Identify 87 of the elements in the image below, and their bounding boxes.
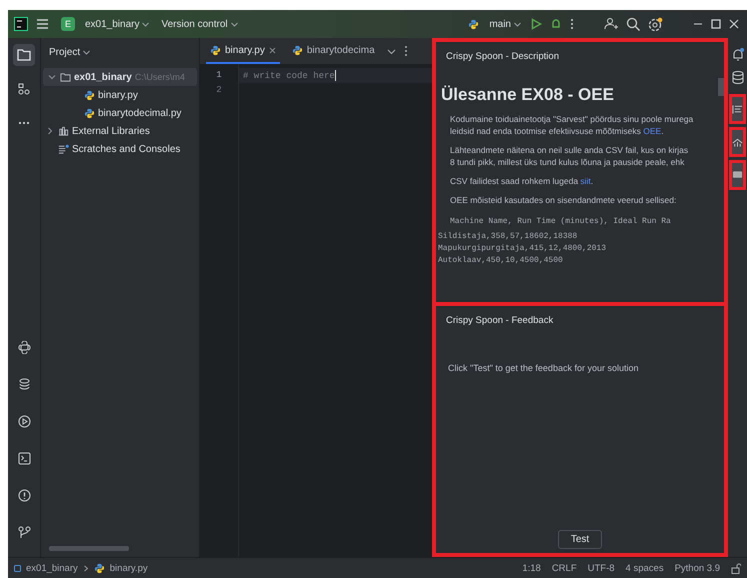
folder-icon	[60, 72, 71, 82]
tree-item[interactable]: External Libraries	[41, 122, 199, 140]
tree-item[interactable]: binarytodecimal.py	[41, 104, 199, 122]
scrollbar[interactable]	[718, 78, 724, 96]
tree-item[interactable]: Scratches and Consoles	[41, 140, 199, 158]
code-text: Autoklaav,450,10,4500,4500	[438, 255, 564, 267]
module-icon	[14, 564, 21, 572]
description-text: 8 tundi pikk, millest üks tund kulus lõuna ja pauside peale, ehk	[450, 156, 686, 168]
tree-item[interactable]: binary.py	[41, 86, 199, 104]
project-dropdown[interactable]: ex01_binary	[83, 18, 152, 30]
menu-icon[interactable]	[36, 18, 49, 30]
project-badge: E	[61, 17, 75, 31]
breadcrumb[interactable]: binary.py	[110, 562, 148, 574]
close-icon[interactable]	[729, 19, 739, 29]
description-text: OEE mõisteid kasutades on sisendandmete veerud sellised:	[450, 194, 678, 206]
branch-dropdown[interactable]: main	[487, 18, 523, 30]
description-text: Lähteandmete näitena on neil sulle anda CSV fail, kus on kirjas	[450, 144, 690, 156]
chart-tool-button[interactable]	[729, 127, 746, 157]
more-vertical-icon[interactable]	[404, 45, 408, 57]
code-text: Mapukurgipurgitaja,415,12,4800,2013	[438, 243, 608, 255]
chart-icon	[732, 136, 743, 148]
description-text: CSV failidest saad rohkem lugeda siit.	[450, 175, 594, 187]
message-icon	[732, 170, 743, 180]
status-item[interactable]: 1:18	[522, 562, 541, 574]
folder-icon	[17, 49, 31, 61]
tree-label: External Libraries	[72, 126, 150, 136]
feedback-tool-button[interactable]	[729, 160, 746, 190]
tree-label: ex01_binary	[74, 72, 132, 82]
app-logo-icon[interactable]	[14, 17, 28, 31]
python-icon	[292, 44, 303, 56]
scrollbar[interactable]	[49, 546, 129, 551]
description-tool-button[interactable]	[729, 94, 746, 124]
description-text: Kodumaine toiduainetootja "Sarvest" pöördus sinu poole murega	[450, 113, 694, 125]
chevron-right-icon[interactable]	[45, 127, 55, 135]
breadcrumb[interactable]: ex01_binary	[26, 562, 78, 574]
lock-icon[interactable]	[731, 562, 741, 574]
tree-item[interactable]: ex01_binary C:\Users\m4	[43, 68, 197, 86]
add-user-icon[interactable]	[604, 17, 618, 31]
python-icon	[210, 44, 221, 56]
line-number: 1	[215, 69, 223, 82]
bell-icon[interactable]	[732, 48, 744, 61]
task-heading: Ülesanne EX08 - OEE	[441, 85, 615, 105]
maximize-icon[interactable]	[711, 19, 721, 29]
python-icon	[94, 562, 105, 574]
status-item[interactable]: CRLF	[552, 562, 577, 574]
run-icon[interactable]	[531, 18, 542, 30]
test-button[interactable]: Test	[558, 530, 602, 549]
panel-title: Crispy Spoon - Description	[445, 50, 560, 64]
tree-label: binarytodecimal.py	[98, 108, 182, 118]
line-number: 2	[215, 84, 223, 97]
panel-title: Crispy Spoon - Feedback	[445, 314, 554, 328]
code-comment: # write code here	[243, 70, 335, 80]
project-dropdown[interactable]: Project	[47, 46, 92, 58]
link[interactable]: siit	[580, 176, 591, 186]
tree-label: Scratches and Consoles	[72, 144, 180, 154]
python-icon	[84, 90, 95, 100]
code-text: Sildistaja,358,57,18602,18388	[438, 231, 578, 243]
feedback-message: Click "Test" to get the feedback for your solution	[448, 363, 640, 373]
chevron-right-icon	[82, 564, 89, 572]
close-icon[interactable]	[268, 46, 276, 54]
chevron-down-icon	[230, 22, 238, 26]
status-item[interactable]: Python 3.9	[674, 562, 720, 574]
code-text: Machine Name, Run Time (minutes), Ideal Run Ra	[450, 216, 672, 228]
scratch-icon	[58, 144, 69, 154]
chevron-down-icon	[83, 50, 90, 54]
editor-tab[interactable]: binary.py	[206, 38, 280, 64]
description-text: leidsid nad enda tootmise efektiivsuse mõõtmiseks OEE.	[450, 125, 665, 137]
version-control-dropdown[interactable]: Version control	[159, 18, 240, 30]
status-item[interactable]: UTF-8	[588, 562, 615, 574]
editor-tab[interactable]: binarytodecima	[288, 38, 379, 64]
project-tool-button[interactable]	[13, 44, 35, 66]
folder-path: C:\Users\m4	[134, 72, 185, 82]
chevron-down-icon	[142, 22, 150, 26]
search-icon[interactable]	[626, 17, 640, 31]
python-icon	[84, 108, 95, 118]
status-item[interactable]: 4 spaces	[626, 562, 664, 574]
library-icon	[58, 126, 69, 136]
chevron-down-icon[interactable]	[47, 73, 57, 81]
list-icon	[732, 104, 743, 114]
chevron-down-icon	[514, 22, 521, 26]
link[interactable]: OEE	[643, 126, 662, 136]
tree-label: binary.py	[98, 90, 138, 100]
more-vertical-icon[interactable]	[570, 18, 574, 30]
python-icon	[468, 18, 480, 30]
settings-icon[interactable]	[648, 16, 663, 32]
database-icon[interactable]	[732, 71, 744, 84]
chevron-down-icon[interactable]	[386, 46, 396, 56]
